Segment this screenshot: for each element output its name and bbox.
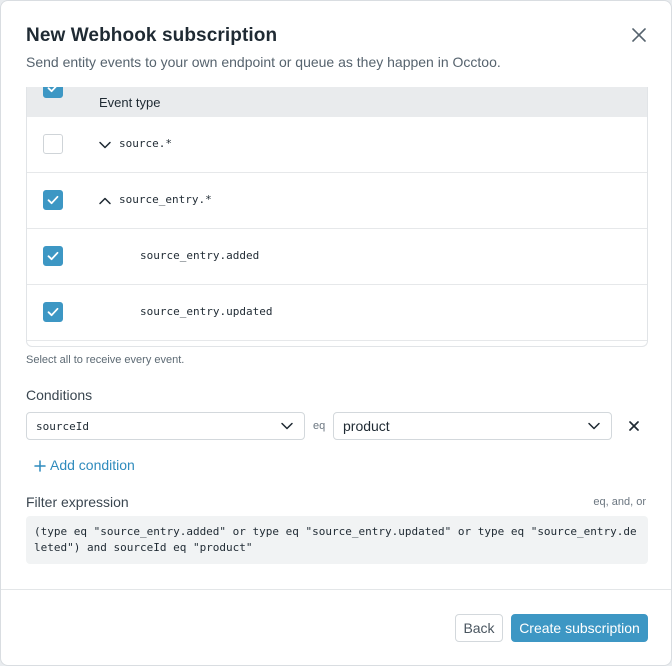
filter-expression-value: (type eq "source_entry.added" or type eq…: [26, 516, 648, 564]
event-label: source.*: [119, 137, 172, 150]
footer-divider: [1, 589, 671, 590]
condition-value: product: [343, 418, 390, 434]
select-all-hint: Select all to receive every event.: [26, 354, 185, 366]
table-row: source_entry.added: [27, 229, 647, 285]
conditions-label: Conditions: [26, 387, 93, 403]
filter-operators-hint: eq, and, or: [593, 496, 646, 508]
event-type-table: Event type source.* source_entry.* sourc…: [26, 87, 648, 347]
table-row: source_entry.updated: [27, 285, 647, 341]
column-header-event-type: Event type: [99, 95, 161, 110]
filter-expression-label: Filter expression: [26, 494, 129, 510]
condition-operator: eq: [313, 420, 326, 432]
chevron-down-icon: [585, 417, 603, 435]
row-checkbox[interactable]: [43, 246, 63, 266]
table-row: source.*: [27, 117, 647, 173]
row-checkbox[interactable]: [43, 190, 63, 210]
table-row: source_entry.*: [27, 173, 647, 229]
create-subscription-button[interactable]: Create subscription: [511, 614, 648, 642]
dialog-title: New Webhook subscription: [26, 25, 278, 46]
condition-field-value: sourceId: [36, 419, 89, 433]
add-condition-label: Add condition: [50, 457, 135, 473]
back-button[interactable]: Back: [455, 614, 503, 642]
add-condition-button[interactable]: Add condition: [34, 457, 135, 473]
remove-condition-icon[interactable]: [625, 417, 643, 435]
row-checkbox[interactable]: [43, 134, 63, 154]
chevron-up-icon[interactable]: [98, 194, 112, 208]
condition-field-select[interactable]: sourceId: [26, 412, 305, 440]
webhook-dialog: New Webhook subscription Send entity eve…: [0, 0, 672, 666]
event-label: source_entry.*: [119, 193, 212, 206]
dialog-subtitle: Send entity events to your own endpoint …: [26, 54, 501, 70]
table-header: Event type: [27, 87, 647, 117]
event-label: source_entry.updated: [140, 305, 273, 318]
plus-icon: [34, 459, 46, 472]
select-all-checkbox[interactable]: [43, 87, 63, 98]
chevron-down-icon[interactable]: [98, 138, 112, 152]
chevron-down-icon: [278, 417, 296, 435]
event-label: source_entry.added: [140, 249, 260, 262]
row-checkbox[interactable]: [43, 302, 63, 322]
close-icon[interactable]: [627, 23, 651, 47]
condition-value-select[interactable]: product: [333, 412, 612, 440]
